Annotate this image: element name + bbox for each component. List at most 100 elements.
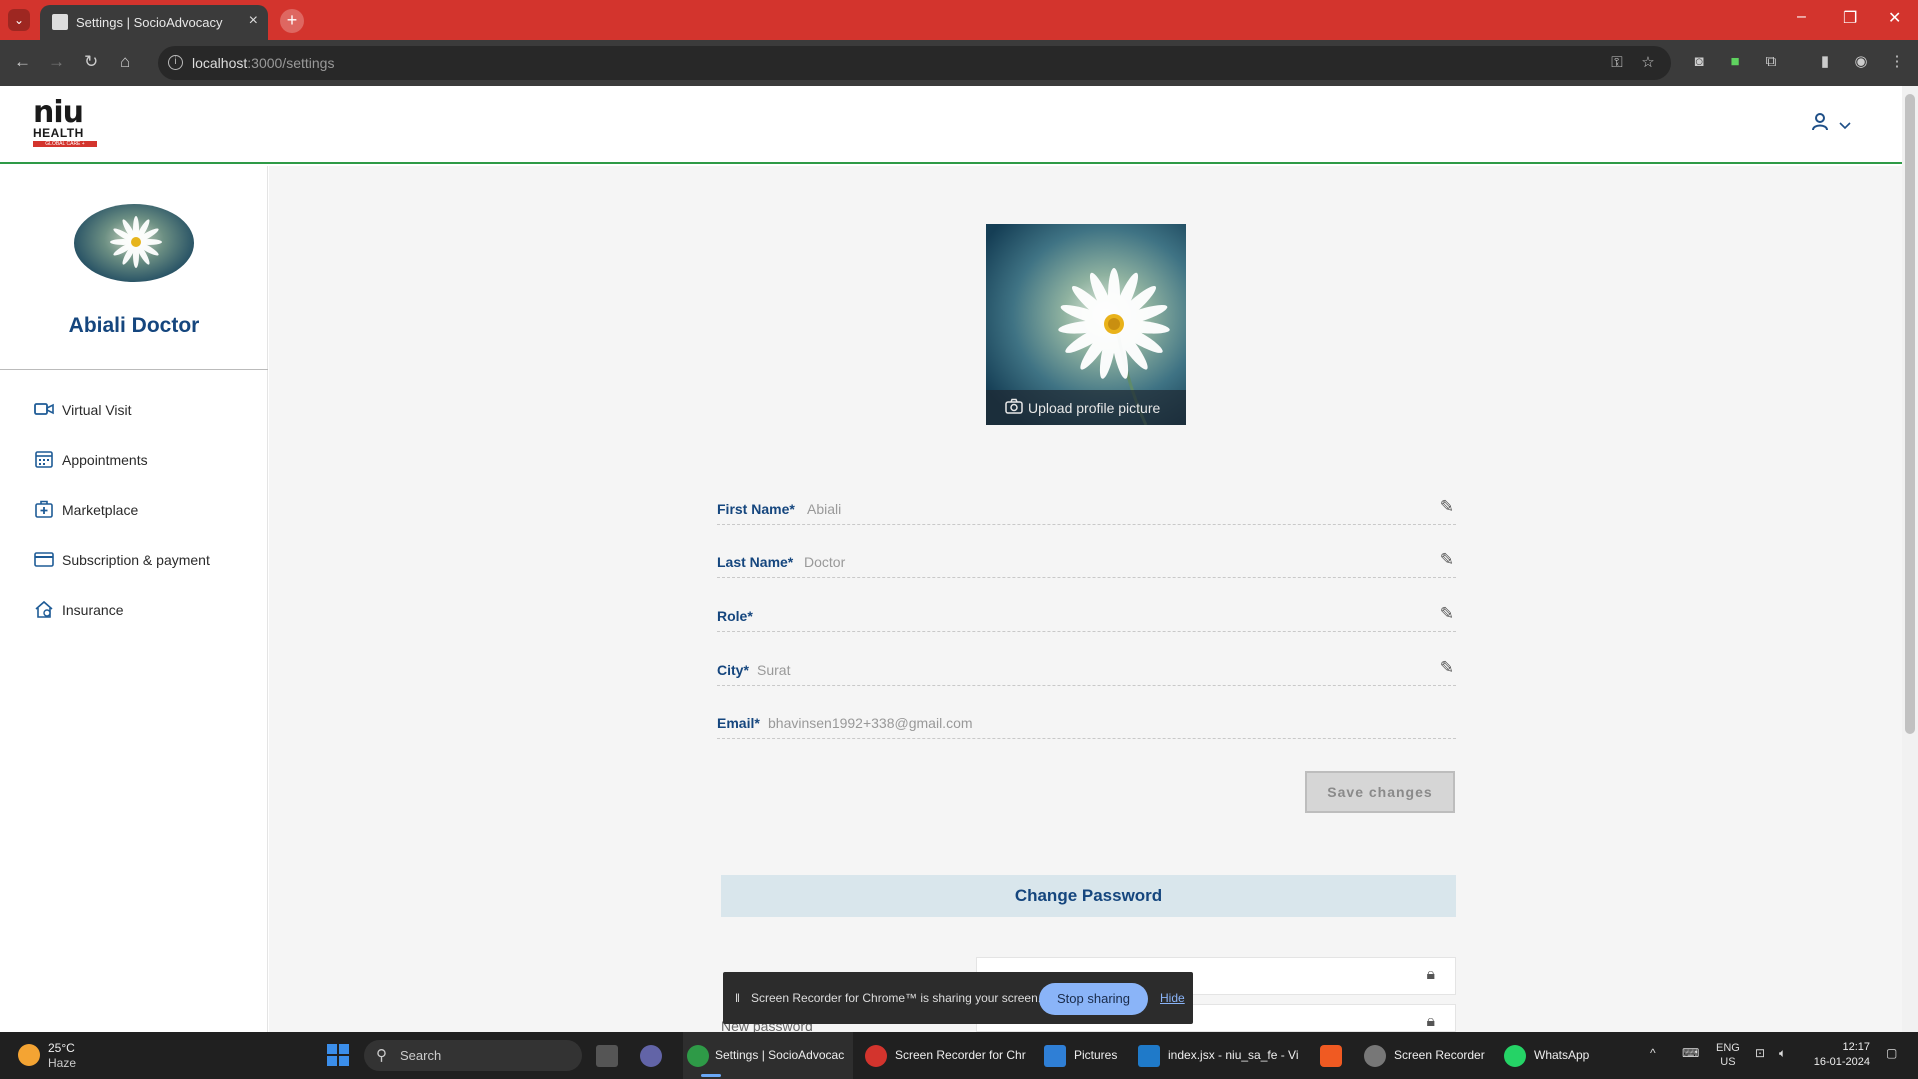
niu-health-logo[interactable]: niu HEALTH GLOBAL CARE + — [33, 98, 97, 153]
taskbar-app-label: Screen Recorder — [1394, 1048, 1485, 1062]
keyboard-icon[interactable]: ⌨ — [1682, 1046, 1699, 1060]
tray-overflow-icon[interactable]: ^ — [1650, 1046, 1656, 1060]
sidebar-avatar — [74, 204, 194, 282]
task-view-icon — [596, 1045, 618, 1067]
reload-icon[interactable]: ↻ — [84, 52, 98, 72]
taskbar-app-whatsapp[interactable]: WhatsApp — [1504, 1032, 1604, 1079]
home-shield-icon — [35, 600, 53, 618]
search-icon: ⚲ — [376, 1047, 387, 1064]
site-info-icon[interactable]: i — [168, 55, 183, 70]
bookmark-star-icon[interactable]: ☆ — [1639, 54, 1657, 72]
sidebar-divider — [0, 369, 268, 370]
new-tab-button[interactable]: + — [280, 9, 304, 33]
whatsapp-icon — [1504, 1045, 1526, 1067]
profile-picture[interactable]: Upload profile picture — [986, 224, 1186, 425]
weather-condition: Haze — [48, 1056, 77, 1070]
screen-share-banner: ‖ Screen Recorder for Chrome™ is sharing… — [723, 972, 1193, 1024]
profile-avatar-icon[interactable]: ◉ — [1852, 53, 1870, 71]
lock-icon: 🔒︎ — [1426, 1013, 1435, 1030]
hide-banner-link[interactable]: Hide — [1160, 991, 1185, 1005]
chat-icon — [640, 1045, 662, 1067]
volume-icon[interactable]: 🔈︎ — [1779, 1046, 1786, 1061]
taskbar-app-screen-recorder-chrome[interactable]: Screen Recorder for Chr — [865, 1032, 1035, 1079]
system-clock[interactable]: 12:17 16-01-2024 — [1810, 1040, 1870, 1070]
sidebar: Abiali Doctor Virtual Visit Appointments… — [0, 166, 268, 1032]
vscode-icon — [1138, 1045, 1160, 1067]
chrome-icon — [687, 1045, 709, 1067]
extensions-puzzle-icon[interactable]: ⧉ — [1762, 53, 1780, 71]
forward-icon[interactable]: → — [48, 52, 65, 72]
upload-label: Upload profile picture — [1028, 400, 1161, 416]
close-tab-icon[interactable]: × — [249, 12, 258, 30]
first-name-field[interactable]: First Name* Abiali ✎ — [717, 491, 1456, 525]
task-view-button[interactable] — [596, 1032, 626, 1079]
camera-icon — [1005, 398, 1023, 414]
back-icon[interactable]: ← — [14, 52, 31, 72]
address-bar[interactable]: i localhost:3000/settings ⚿ ☆ — [158, 46, 1671, 80]
sidebar-item-label: Marketplace — [62, 502, 139, 518]
edit-pencil-icon[interactable]: ✎ — [1440, 604, 1454, 624]
email-field: Email* bhavinsen1992+338@gmail.com — [717, 705, 1456, 739]
favicon-icon — [52, 14, 68, 30]
taskbar-search[interactable]: ⚲ Search — [364, 1040, 582, 1071]
sidebar-item-label: Subscription & payment — [62, 552, 210, 568]
stop-sharing-button[interactable]: Stop sharing — [1039, 983, 1148, 1015]
browser-toolbar: ← → ↻ ⌂ i localhost:3000/settings ⚿ ☆ ◙ … — [0, 40, 1918, 86]
url-text: localhost:3000/settings — [192, 55, 335, 71]
weather-temp: 25°C — [48, 1041, 75, 1055]
browser-menu-icon[interactable]: ⋮ — [1888, 53, 1906, 71]
camera-extension-icon[interactable]: ◙ — [1690, 53, 1708, 71]
edit-pencil-icon[interactable]: ✎ — [1440, 497, 1454, 517]
language-indicator[interactable]: ENG US — [1716, 1041, 1740, 1069]
taskbar-app-label: index.jsx - niu_sa_fe - Vi — [1168, 1048, 1299, 1062]
windows-taskbar: 25°C Haze ⚲ Search Settings | SocioAdvoc… — [0, 1032, 1918, 1079]
notification-icon[interactable]: ▢ — [1886, 1046, 1897, 1060]
home-icon[interactable]: ⌂ — [120, 52, 130, 72]
taskbar-app-brave[interactable] — [1320, 1032, 1350, 1079]
calendar-icon — [35, 451, 53, 468]
taskbar-app-label: Pictures — [1074, 1048, 1118, 1062]
email-value: bhavinsen1992+338@gmail.com — [768, 715, 973, 731]
browser-tab-settings[interactable]: Settings | SocioAdvocacy × — [40, 5, 268, 40]
tab-title: Settings | SocioAdvocacy — [76, 15, 223, 30]
medical-bag-icon — [35, 500, 53, 518]
recorder-extension-icon[interactable]: ■ — [1726, 53, 1744, 71]
screen-recorder-icon — [1364, 1045, 1386, 1067]
page-scrollbar[interactable] — [1902, 86, 1918, 1032]
sidebar-user-name: Abiali Doctor — [68, 314, 200, 337]
photos-icon — [1044, 1045, 1066, 1067]
daisy-image — [110, 216, 162, 268]
upload-profile-picture-button[interactable]: Upload profile picture — [986, 390, 1186, 425]
restore-icon[interactable]: ❐ — [1843, 8, 1857, 28]
tab-search-button[interactable]: ⌄ — [8, 9, 30, 31]
network-icon[interactable]: ⊡ — [1755, 1046, 1765, 1060]
edit-pencil-icon[interactable]: ✎ — [1440, 550, 1454, 570]
windows-start-icon[interactable] — [327, 1044, 349, 1066]
edit-pencil-icon[interactable]: ✎ — [1440, 658, 1454, 678]
save-changes-button[interactable]: Save changes — [1305, 771, 1455, 813]
side-panel-icon[interactable]: ▮ — [1816, 53, 1834, 71]
taskbar-app-chrome-settings[interactable]: Settings | SocioAdvocac — [683, 1032, 853, 1079]
teams-chat-button[interactable] — [640, 1032, 670, 1079]
taskbar-app-vscode[interactable]: index.jsx - niu_sa_fe - Vi — [1138, 1032, 1299, 1079]
email-label: Email* — [717, 715, 760, 731]
last-name-value[interactable]: Doctor — [804, 554, 845, 570]
last-name-field[interactable]: Last Name* Doctor ✎ — [717, 544, 1456, 578]
password-key-icon[interactable]: ⚿ — [1608, 54, 1626, 72]
role-field[interactable]: Role* ✎ — [717, 598, 1456, 632]
change-password-heading: Change Password — [721, 875, 1456, 917]
city-value[interactable]: Surat — [757, 662, 790, 678]
taskbar-app-pictures[interactable]: Pictures — [1044, 1032, 1124, 1079]
close-window-icon[interactable]: ✕ — [1888, 8, 1901, 28]
sidebar-item-label: Virtual Visit — [62, 402, 132, 418]
minimize-icon[interactable]: – — [1797, 8, 1806, 26]
brave-icon — [1320, 1045, 1342, 1067]
screen-share-message: Screen Recorder for Chrome™ is sharing y… — [751, 991, 1042, 1005]
taskbar-app-screen-recorder[interactable]: Screen Recorder — [1364, 1032, 1494, 1079]
first-name-value[interactable]: Abiali — [807, 501, 841, 517]
sun-haze-icon — [18, 1044, 40, 1066]
scrollbar-thumb[interactable] — [1905, 94, 1915, 734]
user-menu-button[interactable] — [1811, 113, 1852, 136]
city-field[interactable]: City* Surat ✎ — [717, 652, 1456, 686]
city-label: City* — [717, 662, 749, 678]
